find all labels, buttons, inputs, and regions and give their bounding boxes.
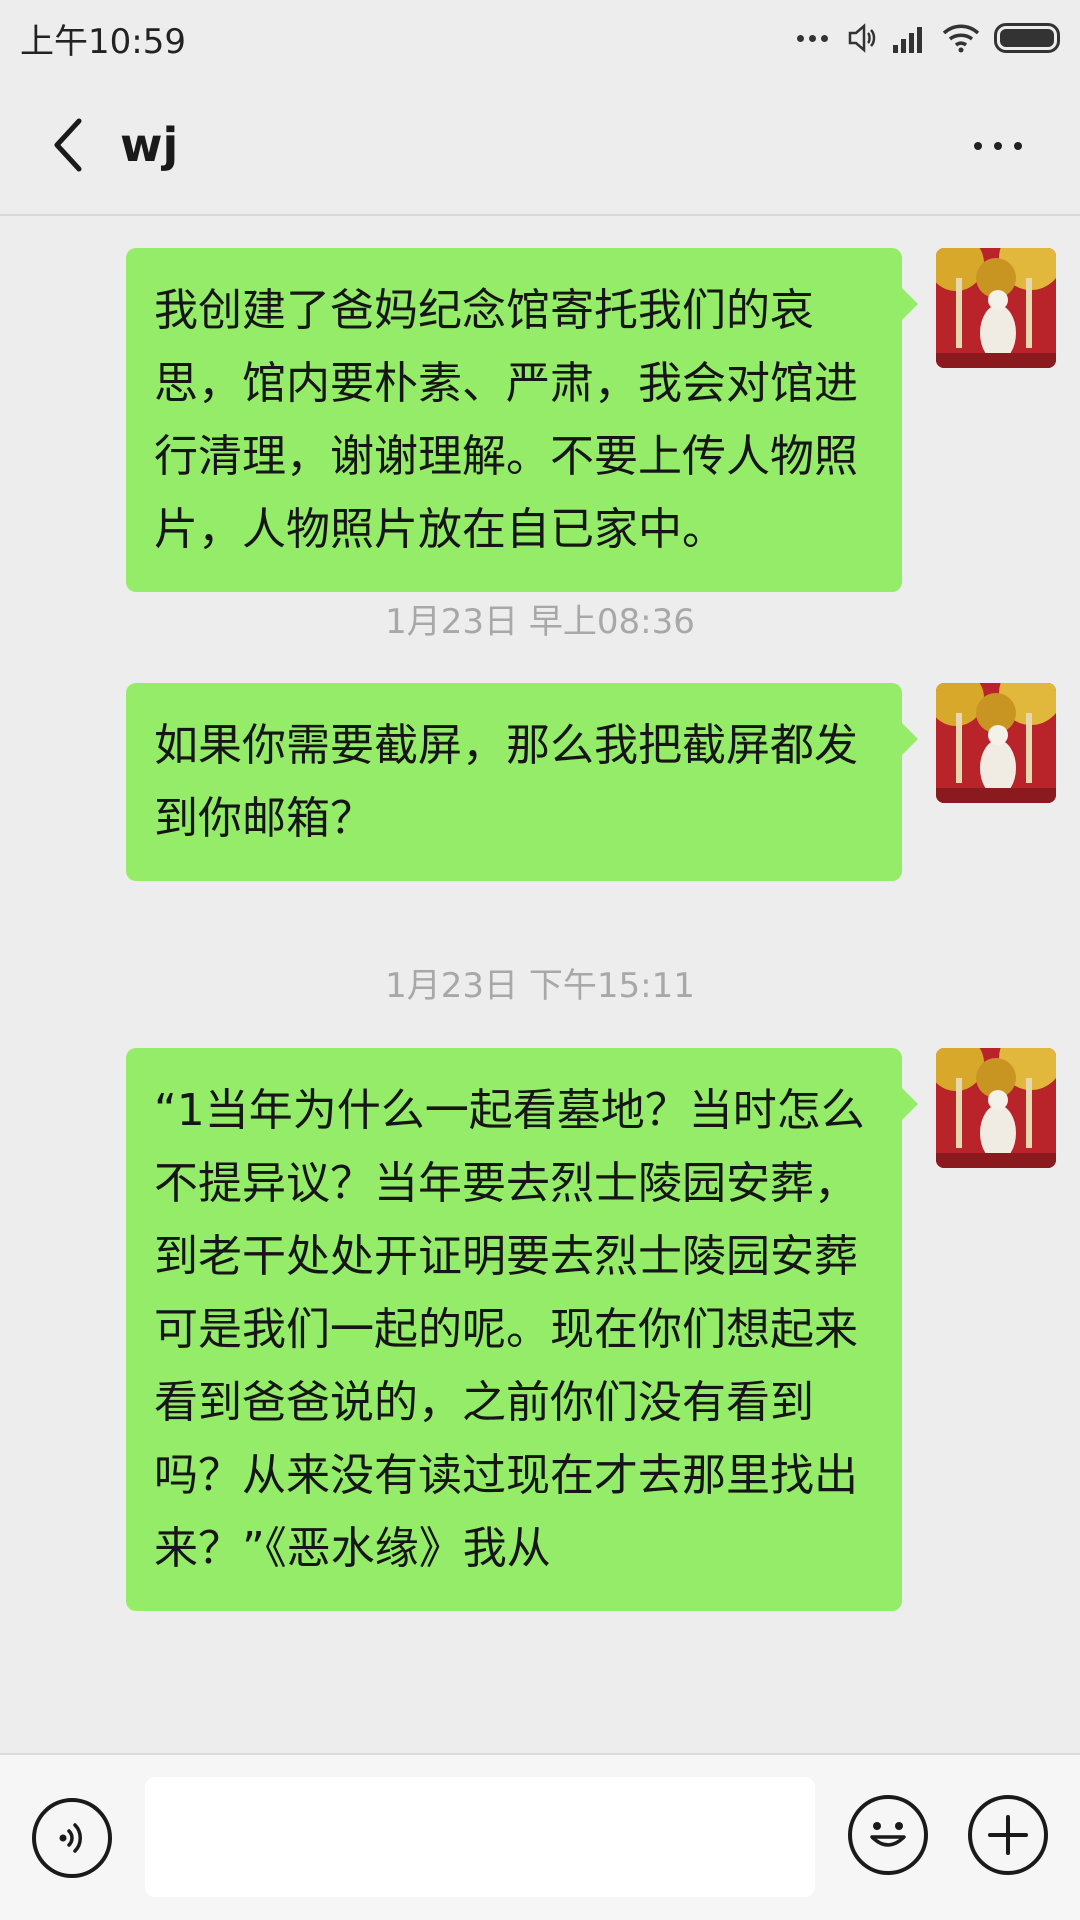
plus-button[interactable] (968, 1795, 1048, 1875)
wifi-icon (942, 24, 980, 53)
voice-button[interactable] (32, 1798, 112, 1878)
battery-icon (994, 23, 1060, 53)
status-bar: 上午10:59 (0, 0, 1080, 76)
message-list[interactable]: 我创建了爸妈纪念馆寄托我们的哀思，馆内要朴素、严肃，我会对馆进行清理，谢谢理解。… (0, 218, 1080, 1753)
timestamp: 1月23日 下午15:11 (385, 966, 695, 1006)
chat-header: wj (0, 76, 1080, 216)
voice-icon (59, 1823, 82, 1853)
message-bubble[interactable]: 如果你需要截屏，那么我把截屏都发到你邮箱？ (126, 683, 918, 881)
status-time: 上午10:59 (20, 21, 186, 62)
avatar[interactable] (936, 1048, 1056, 1168)
back-button[interactable] (24, 100, 114, 190)
input-bar (0, 1753, 1080, 1920)
signal-icon (893, 27, 922, 53)
message-input[interactable] (145, 1777, 815, 1897)
more-button[interactable] (958, 121, 1038, 171)
message-bubble[interactable]: “1当年为什么一起看墓地？当时怎么不提异议？当年要去烈士陵园安葬，到老干处处开证… (126, 1048, 918, 1611)
plus-icon (988, 1815, 1028, 1855)
emoji-button[interactable] (848, 1795, 928, 1875)
emoji-icon (870, 1822, 906, 1847)
timestamp: 1月23日 早上08:36 (385, 602, 695, 642)
chat-title: wj (120, 118, 179, 172)
avatar[interactable] (936, 683, 1056, 803)
chevron-left-icon (54, 118, 82, 172)
status-icons (797, 22, 1060, 54)
more-dots-icon (797, 34, 828, 42)
volume-icon (848, 23, 876, 53)
avatar[interactable] (936, 248, 1056, 368)
message-bubble[interactable]: 我创建了爸妈纪念馆寄托我们的哀思，馆内要朴素、严肃，我会对馆进行清理，谢谢理解。… (126, 248, 918, 592)
